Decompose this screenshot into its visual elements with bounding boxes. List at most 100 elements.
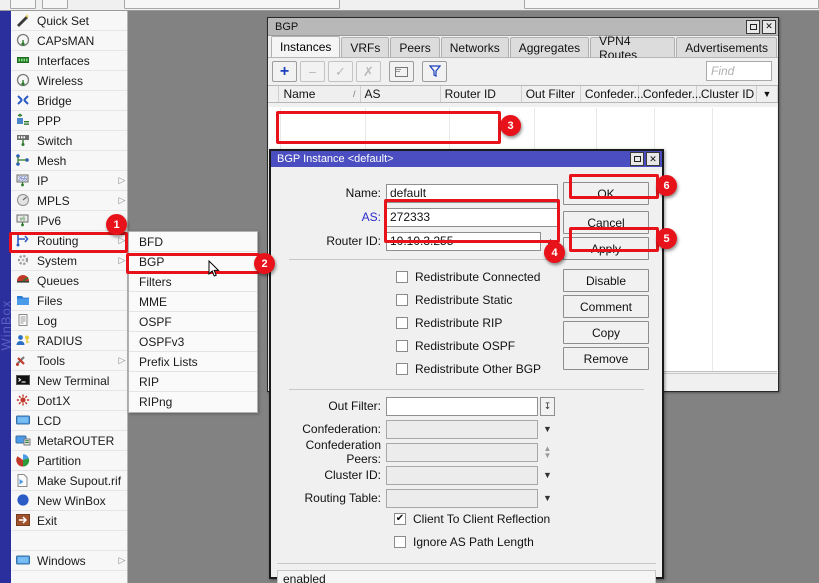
checkbox-redistribute-rip[interactable]: Redistribute RIP — [396, 316, 502, 330]
sidebar-item-mpls[interactable]: MPLS▷ — [11, 191, 127, 211]
add-icon[interactable]: + — [272, 61, 297, 82]
sidebar-item-new-winbox[interactable]: New WinBox — [11, 491, 127, 511]
toolbar-address-field[interactable] — [124, 0, 340, 9]
column-chooser-icon[interactable]: ▼ — [757, 86, 778, 102]
disable-icon[interactable]: ✗ — [356, 61, 381, 82]
submenu-item-bgp[interactable]: BGP — [129, 252, 257, 272]
tab-aggregates[interactable]: Aggregates — [510, 37, 589, 57]
out-filter-dropdown-icon[interactable]: ↧ — [540, 397, 555, 416]
sidebar-item-partition[interactable]: Partition — [11, 451, 127, 471]
name-input[interactable]: default — [386, 184, 558, 203]
tab-vrfs[interactable]: VRFs — [341, 37, 389, 57]
tab-networks[interactable]: Networks — [441, 37, 509, 57]
comment-button[interactable]: Comment — [563, 295, 649, 318]
cluster-id-input[interactable] — [386, 466, 538, 485]
routing-table-input[interactable] — [386, 489, 538, 508]
checkbox-redistribute-static[interactable]: Redistribute Static — [396, 293, 512, 307]
sidebar-item-quick-set[interactable]: Quick Set — [11, 11, 127, 31]
sidebar-item-ip[interactable]: 255IP▷ — [11, 171, 127, 191]
dialog-maximize-icon[interactable] — [630, 152, 644, 166]
confederation-peers-input[interactable] — [386, 443, 538, 462]
submenu-item-prefix-lists[interactable]: Prefix Lists — [129, 352, 257, 372]
sidebar-item-label: Mesh — [37, 154, 117, 168]
dialog-close-icon[interactable]: ✕ — [646, 152, 660, 166]
sidebar-item-windows[interactable]: Windows▷ — [11, 551, 127, 571]
toolbar-button-b[interactable] — [42, 0, 68, 9]
sidebar-item-queues[interactable]: Queues — [11, 271, 127, 291]
toolbar-button-a[interactable] — [10, 0, 36, 9]
sidebar-item-log[interactable]: Log — [11, 311, 127, 331]
enable-icon[interactable]: ✓ — [328, 61, 353, 82]
sidebar-item-switch[interactable]: Switch — [11, 131, 127, 151]
tab-vpn4-routes[interactable]: VPN4 Routes — [590, 37, 675, 57]
sidebar-item-capsman[interactable]: CAPsMAN — [11, 31, 127, 51]
filter-icon[interactable] — [422, 61, 447, 82]
cancel-button[interactable]: Cancel — [563, 211, 649, 234]
column-confederation-peers[interactable]: Confeder... — [639, 86, 697, 102]
sidebar-item-label: Routing — [37, 234, 117, 248]
column-confederation[interactable]: Confeder... — [581, 86, 639, 102]
out-filter-input[interactable] — [386, 397, 538, 416]
sidebar-item-mesh[interactable]: Mesh — [11, 151, 127, 171]
column-out-filter[interactable]: Out Filter — [522, 86, 581, 102]
checkbox-redistribute-ospf[interactable]: Redistribute OSPF — [396, 339, 515, 353]
submenu-item-mme[interactable]: MME — [129, 292, 257, 312]
column-as[interactable]: AS — [361, 86, 441, 102]
router-id-input[interactable]: 10.10.3.255 — [386, 232, 541, 251]
as-input[interactable]: 272333 — [386, 208, 558, 227]
cluster-id-dropdown-icon[interactable]: ▼ — [540, 466, 555, 485]
column-cluster-id[interactable]: Cluster ID — [697, 86, 757, 102]
sidebar-item-wireless[interactable]: Wireless — [11, 71, 127, 91]
confederation-dropdown-icon[interactable]: ▼ — [540, 420, 555, 439]
submenu-item-rip[interactable]: RIP — [129, 372, 257, 392]
sidebar-item-metarouter[interactable]: MetaROUTER — [11, 431, 127, 451]
toolbar-search-field[interactable] — [524, 0, 819, 9]
routing-table-dropdown-icon[interactable]: ▼ — [540, 489, 555, 508]
find-input[interactable]: Find — [706, 61, 772, 81]
log-icon — [15, 313, 32, 329]
column-router-id[interactable]: Router ID — [441, 86, 522, 102]
sidebar-item-exit[interactable]: Exit — [11, 511, 127, 531]
checkbox-redistribute-other-bgp[interactable]: Redistribute Other BGP — [396, 362, 541, 376]
bgp-window-titlebar[interactable]: BGP ✕ — [268, 18, 778, 36]
submenu-item-bfd[interactable]: BFD — [129, 232, 257, 252]
tab-peers[interactable]: Peers — [390, 37, 439, 57]
dialog-titlebar[interactable]: BGP Instance <default> ✕ — [271, 151, 662, 167]
submenu-item-filters[interactable]: Filters — [129, 272, 257, 292]
checkbox-ignore-as-path-length[interactable]: Ignore AS Path Length — [394, 535, 534, 549]
submenu-item-ospfv3[interactable]: OSPFv3 — [129, 332, 257, 352]
confederation-peers-stepper-icon[interactable]: ▲▼ — [540, 443, 555, 462]
sidebar-item-bridge[interactable]: Bridge — [11, 91, 127, 111]
sidebar-item-new-terminal[interactable]: New Terminal — [11, 371, 127, 391]
field-confederation-peers-label: Confederation Peers: — [271, 438, 386, 466]
sidebar-item-system[interactable]: System▷ — [11, 251, 127, 271]
submenu-item-ospf[interactable]: OSPF — [129, 312, 257, 332]
remove-icon[interactable]: − — [300, 61, 325, 82]
sidebar-item-routing[interactable]: Routing▷ — [11, 231, 127, 251]
confederation-input[interactable] — [386, 420, 538, 439]
checkbox-redistribute-connected[interactable]: Redistribute Connected — [396, 270, 540, 284]
sidebar-item-interfaces[interactable]: Interfaces — [11, 51, 127, 71]
tab-advertisements[interactable]: Advertisements — [676, 37, 777, 57]
column-name[interactable]: Name / — [279, 86, 360, 102]
disable-button[interactable]: Disable — [563, 269, 649, 292]
sidebar-item-tools[interactable]: Tools▷ — [11, 351, 127, 371]
apply-button[interactable]: Apply — [563, 237, 649, 260]
comment-icon[interactable] — [389, 61, 414, 82]
remove-button[interactable]: Remove — [563, 347, 649, 370]
sidebar-item-lcd[interactable]: LCD — [11, 411, 127, 431]
sidebar-item-radius[interactable]: RADIUS — [11, 331, 127, 351]
close-icon[interactable]: ✕ — [762, 20, 776, 34]
switch-icon — [15, 133, 32, 149]
checkbox-client-to-client-reflection[interactable]: ✔ Client To Client Reflection — [394, 512, 550, 526]
sidebar-item-ppp[interactable]: PPP — [11, 111, 127, 131]
sidebar-item-dot1x[interactable]: Dot1X — [11, 391, 127, 411]
tab-instances[interactable]: Instances — [271, 36, 340, 57]
copy-button[interactable]: Copy — [563, 321, 649, 344]
sidebar-item-make-supout-rif[interactable]: Make Supout.rif — [11, 471, 127, 491]
field-routing-table-label: Routing Table: — [271, 491, 386, 505]
submenu-item-ripng[interactable]: RIPng — [129, 392, 257, 412]
maximize-icon[interactable] — [746, 20, 760, 34]
sidebar-item-files[interactable]: Files — [11, 291, 127, 311]
ok-button[interactable]: OK — [563, 182, 649, 205]
